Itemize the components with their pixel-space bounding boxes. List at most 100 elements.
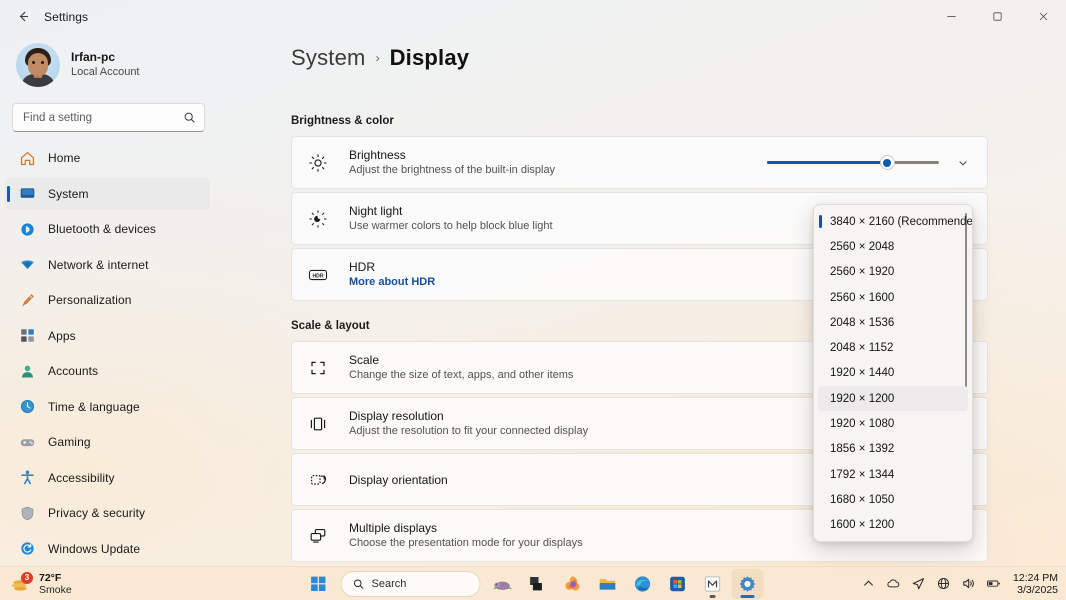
taskbar-search-label: Search (371, 577, 407, 590)
section-heading-brightness-color: Brightness & color (291, 115, 394, 127)
resolution-option[interactable]: 1680 × 1050 (818, 487, 968, 512)
card-subtitle: Adjust the brightness of the built-in di… (349, 164, 556, 176)
start-button[interactable] (303, 569, 335, 599)
search-box[interactable] (12, 103, 205, 132)
app-button[interactable] (697, 569, 729, 599)
chevron-down-icon (959, 160, 967, 165)
page-title: Display (389, 45, 470, 70)
cloud-icon[interactable] (886, 576, 901, 591)
back-button[interactable] (8, 3, 38, 31)
system-tray: 12:24 PM 3/3/2025 (861, 572, 1058, 596)
sidebar-item-gaming[interactable]: Gaming (5, 426, 210, 458)
clock-time: 12:24 PM (1013, 571, 1058, 584)
slider-thumb[interactable] (879, 155, 895, 170)
resolution-option[interactable]: 2560 × 1600 (818, 285, 968, 310)
globe-network-icon[interactable] (936, 576, 951, 591)
widget-hippo-button[interactable] (487, 569, 519, 599)
maximize-button[interactable] (974, 0, 1020, 33)
clock[interactable]: 12:24 PM 3/3/2025 (1013, 572, 1058, 596)
person-account-icon (22, 365, 33, 377)
accessibility-person-icon (21, 470, 34, 485)
arrow-left-icon (19, 11, 28, 22)
close-button[interactable] (1020, 0, 1066, 33)
hippo-icon (493, 581, 512, 590)
gear-icon (739, 575, 756, 592)
taskbar-center: Search (303, 568, 764, 599)
maximize-icon (992, 12, 1002, 21)
sidebar-item-time-language[interactable]: Time & language (5, 391, 210, 423)
taskbar-search-button[interactable]: Search (340, 570, 481, 597)
sidebar-item-label: Accounts (48, 364, 99, 378)
battery-icon[interactable] (986, 576, 1001, 591)
app-m-icon (704, 575, 721, 592)
notification-badge: 3 (21, 571, 33, 584)
weather-widget[interactable]: 3 72°F Smoke (10, 571, 72, 596)
chevron-up-icon[interactable] (861, 576, 876, 591)
weather-smoke-icon: 3 (10, 571, 33, 594)
windows-logo-icon (311, 576, 326, 591)
clock-globe-icon (20, 399, 35, 414)
orientation-rotate-icon (310, 474, 326, 485)
file-explorer-button[interactable] (592, 569, 624, 599)
profile-card[interactable]: Irfan-pc Local Account (0, 33, 215, 91)
weather-condition: Smoke (39, 583, 72, 596)
sidebar-item-bluetooth-devices[interactable]: Bluetooth & devices (5, 213, 210, 245)
sidebar-item-label: Apps (48, 328, 76, 343)
microsoft-store-button[interactable] (662, 569, 694, 599)
resolution-option[interactable]: 1920 × 1080 (818, 411, 968, 436)
sidebar-nav: Home System Bluetooth & devices Network … (0, 142, 215, 565)
sidebar-item-label: Personalization (48, 293, 132, 307)
sidebar-item-apps[interactable]: Apps (5, 320, 210, 352)
resolution-option[interactable]: 2560 × 2048 (818, 234, 968, 259)
edge-browser-icon (634, 575, 651, 592)
settings-button[interactable] (731, 568, 764, 599)
speaker-icon[interactable] (961, 576, 976, 591)
sidebar-item-label: Home (48, 151, 81, 165)
sidebar-item-accessibility[interactable]: Accessibility (5, 462, 210, 494)
resolution-option[interactable]: 3840 × 2160 (Recommended) (818, 209, 972, 234)
brightness-expander-button[interactable] (953, 153, 973, 173)
avatar (16, 43, 60, 87)
resolution-option[interactable]: 1856 × 1392 (818, 437, 968, 462)
brightness-sun-icon (309, 153, 327, 172)
clock-date: 3/3/2025 (1017, 583, 1058, 596)
sidebar-item-windows-update[interactable]: Windows Update (5, 533, 210, 565)
sidebar-item-accounts[interactable]: Accounts (5, 355, 210, 387)
resolution-option[interactable]: 2560 × 1920 (818, 260, 968, 285)
edge-button[interactable] (627, 569, 659, 599)
home-icon (20, 151, 35, 165)
resolution-option[interactable]: 1792 × 1344 (818, 462, 968, 487)
brightness-slider[interactable] (767, 154, 939, 172)
resolution-option[interactable]: 1920 × 1200 (818, 386, 968, 412)
task-view-button[interactable] (522, 569, 554, 599)
store-bag-icon (670, 576, 685, 591)
sidebar-item-label: Privacy & security (48, 506, 146, 520)
resolution-dropdown-flyout[interactable]: 3840 × 2160 (Recommended) 2560 × 2048 2560… (813, 204, 973, 542)
paintbrush-icon (22, 293, 34, 306)
title-bar: Settings (0, 0, 1066, 33)
sidebar-item-personalization[interactable]: Personalization (5, 284, 210, 316)
minimize-button[interactable] (928, 0, 974, 33)
breadcrumb-parent[interactable]: System (291, 45, 366, 71)
search-icon (184, 112, 195, 123)
resolution-option[interactable]: 1600 × 1200 (818, 513, 968, 538)
sidebar-item-network-internet[interactable]: Network & internet (5, 249, 210, 281)
window-title: Settings (44, 9, 89, 24)
resolution-option[interactable]: 2048 × 1152 (818, 335, 968, 360)
setting-card-brightness[interactable]: Brightness Adjust the brightness of the … (291, 136, 988, 189)
resolution-option[interactable]: 2048 × 1536 (818, 310, 968, 335)
search-input[interactable] (23, 111, 183, 124)
svg-text:HDR: HDR (312, 273, 323, 279)
resolution-option[interactable]: 1920 × 1440 (818, 361, 968, 386)
sidebar-item-home[interactable]: Home (5, 142, 210, 174)
profile-account-type: Local Account (71, 66, 140, 78)
minimize-icon (946, 16, 956, 17)
card-title: Brightness (349, 148, 406, 162)
sidebar-item-system[interactable]: System (5, 177, 210, 210)
taskbar: 3 72°F Smoke Search 12:24 PM 3/3/2025 (0, 566, 1066, 600)
paper-plane-icon[interactable] (911, 576, 926, 591)
shield-icon (21, 506, 34, 520)
breadcrumb-separator-icon: › (375, 51, 380, 65)
sidebar-item-privacy-security[interactable]: Privacy & security (5, 497, 210, 529)
copilot-button[interactable] (557, 569, 589, 599)
